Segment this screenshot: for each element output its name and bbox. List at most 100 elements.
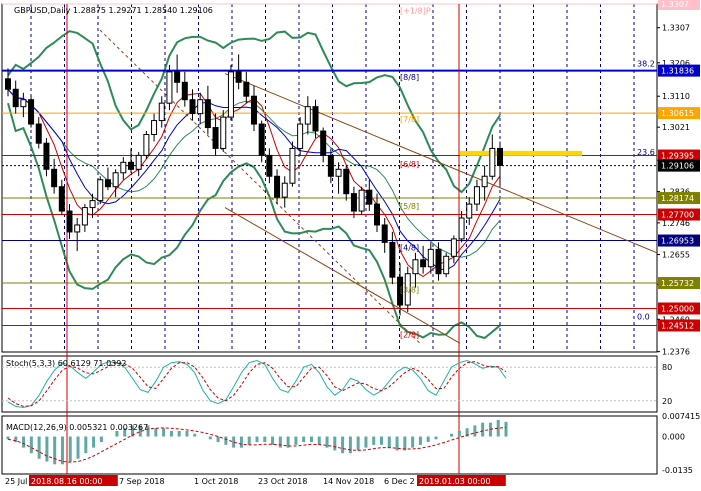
price-box-label: 1.26953	[661, 237, 694, 246]
candle-body	[212, 127, 219, 149]
price-tick-label: 1.2376	[662, 348, 690, 357]
candle-body	[289, 147, 296, 184]
candle-body	[274, 175, 281, 198]
chart-svg: [+1/8]P [8/8] [7/8] [6/8] [5/8] [4/8] [3/8] [2/…	[1, 0, 700, 486]
fibo-label: 23.6	[637, 148, 655, 157]
candle-body	[158, 102, 165, 122]
candle-body	[450, 238, 457, 257]
candle-body	[497, 147, 503, 166]
price-box-label: 1.30615	[661, 109, 694, 118]
macd-tick-label: 0.007415	[662, 412, 700, 421]
price-tick-label: 1.2655	[662, 251, 690, 260]
candle-body	[258, 123, 265, 156]
price-box-label: 1.27700	[661, 211, 694, 220]
x-axis-label: 7 Sep 2018	[119, 477, 165, 486]
resistance-highlight	[460, 150, 582, 156]
candle-body	[174, 71, 181, 83]
candle-body	[412, 259, 419, 275]
murrey-label: [4/8]	[400, 244, 419, 253]
candle-body	[135, 154, 142, 170]
candle-body	[366, 189, 373, 205]
x-axis-label: 1 Oct 2018	[194, 477, 238, 486]
stoch-label: Stoch(5,3,3) 60.6129 71.0392	[6, 359, 126, 368]
candle-body	[374, 203, 380, 226]
x-axis-label: 23 Oct 2018	[258, 477, 307, 486]
candle-body	[166, 71, 173, 104]
price-box-label: 1.31836	[661, 67, 694, 76]
candle-body	[335, 168, 342, 177]
candle-body	[28, 99, 35, 125]
candle-body	[327, 154, 334, 177]
x-axis-label: 6 Dec 2	[384, 477, 415, 486]
candle-body	[97, 179, 104, 202]
fibo-label: 0.0	[637, 313, 650, 322]
candle-body	[320, 130, 327, 156]
macd-tick-label: -0.0135	[662, 466, 693, 475]
candle-body	[489, 147, 496, 177]
candle-body	[151, 120, 158, 136]
price-box-label: 1.29106	[661, 162, 694, 171]
x-axis-label: 2018.08.16 00:00	[31, 477, 102, 486]
trend-channel-mid	[99, 29, 421, 344]
candle-body	[420, 259, 427, 268]
price-box-label: 1.24512	[661, 321, 694, 330]
price-box-label: 1.29395	[661, 152, 694, 161]
price-tick-label: 1.3021	[662, 123, 690, 132]
candle-body	[473, 186, 480, 205]
candle-body	[281, 182, 288, 198]
murrey-label: [2/8]	[400, 331, 419, 340]
murrey-label: [+1/8]P	[400, 7, 431, 16]
candle-body	[251, 95, 257, 125]
candle-body	[89, 200, 96, 209]
murrey-label: [3/8]	[400, 285, 419, 294]
candle-body	[81, 207, 88, 226]
murrey-label: [6/8]	[400, 160, 419, 169]
stoch-level-label: 20	[662, 397, 672, 406]
murrey-label: [5/8]	[400, 202, 419, 211]
macd-label: MACD(12,26,9) 0.005321 0.003267	[6, 423, 148, 432]
stoch-level-label: 80	[662, 363, 672, 372]
macd-signal-line	[7, 426, 507, 463]
candle-body	[5, 78, 11, 90]
candle-body	[243, 81, 250, 97]
stoch-d-line	[7, 361, 507, 407]
candle-body	[297, 123, 304, 149]
candle-body	[204, 99, 211, 129]
candle-body	[120, 161, 127, 174]
candle-body	[435, 248, 442, 275]
candle-body	[304, 106, 311, 125]
symbol-title: GBPUSD,Daily 1.28875 1.29271 1.28540 1.2…	[14, 6, 213, 15]
murrey-label: [7/8]	[400, 115, 419, 124]
candle-body	[197, 99, 204, 115]
candle-body	[443, 255, 450, 275]
candle-body	[66, 210, 73, 233]
macd-tick-label: 0.000	[662, 433, 685, 442]
candle-body	[235, 71, 242, 83]
candle-body	[58, 186, 65, 212]
candle-body	[35, 123, 42, 144]
candle-body	[381, 224, 388, 243]
price-box-label: 1.25732	[661, 279, 694, 288]
candle-body	[466, 203, 473, 219]
price-tick-label: 1.3307	[662, 24, 690, 33]
candle-body	[189, 99, 196, 115]
murrey-label: [8/8]	[400, 73, 419, 82]
candle-body	[389, 241, 396, 278]
candle-body	[74, 224, 81, 233]
candle-body	[312, 106, 319, 132]
candle-body	[128, 161, 134, 170]
candle-body	[266, 154, 273, 177]
x-axis-label: 14 Nov 2018	[323, 477, 374, 486]
candle-body	[112, 172, 119, 188]
candle-body	[481, 175, 488, 188]
candle-body	[104, 179, 111, 188]
candle-body	[20, 99, 27, 108]
candle-body	[350, 193, 357, 212]
candle-body	[358, 189, 365, 212]
fibo-label: 38.2	[637, 60, 655, 69]
candle-body	[343, 168, 350, 195]
x-axis-label: 2019.01.03 00:00	[419, 477, 490, 486]
chart-root: [+1/8]P [8/8] [7/8] [6/8] [5/8] [4/8] [3/8] [2/…	[0, 0, 701, 491]
candle-body	[458, 217, 465, 240]
candle-body	[51, 168, 58, 188]
